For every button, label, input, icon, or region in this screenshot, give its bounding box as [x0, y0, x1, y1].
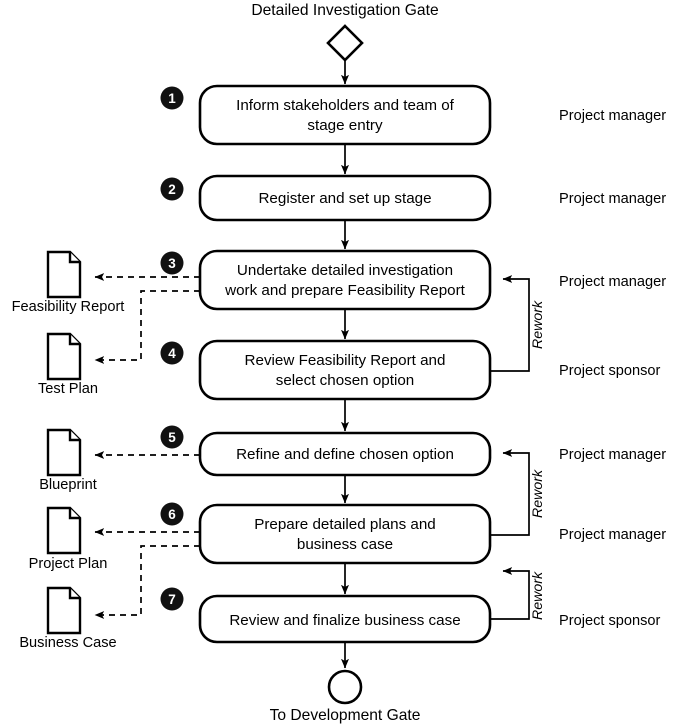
step-6-label-line2: business case — [297, 536, 393, 553]
artifact-label-business-case: Business Case — [19, 635, 116, 651]
flowchart-canvas: Detailed Investigation Gate Inform stake… — [12, 2, 667, 724]
role-step-4: Project sponsor — [559, 363, 661, 379]
step-6-badge-number: 6 — [168, 507, 176, 522]
step-7-label-line1: Review and finalize business case — [229, 612, 460, 629]
step-1-box[interactable] — [198, 84, 492, 146]
step-6-label-line1: Prepare detailed plans and — [254, 516, 436, 533]
end-node-label: To Development Gate — [270, 707, 421, 724]
step-4-box[interactable] — [198, 339, 492, 401]
diagram-title: Detailed Investigation Gate — [251, 2, 438, 19]
step-3-badge-number: 3 — [168, 256, 176, 271]
artifact-label-test-plan: Test Plan — [38, 381, 98, 397]
connector-step6-to-business-case — [94, 545, 200, 619]
role-step-3: Project manager — [559, 274, 666, 290]
rework-loop-step4-to-step3 — [490, 275, 530, 372]
role-step-2: Project manager — [559, 191, 666, 207]
rework-loop-step7-to-step6 — [490, 567, 530, 620]
step-3-label-line2: work and prepare Feasibility Report — [224, 282, 466, 299]
role-step-5: Project manager — [559, 447, 666, 463]
step-4-label-line1: Review Feasibility Report and — [245, 352, 446, 369]
step-6-box[interactable] — [198, 503, 492, 565]
to-development-gate-circle — [327, 669, 363, 705]
artifact-label-feasibility-report: Feasibility Report — [12, 299, 125, 315]
step-3-label-line1: Undertake detailed investigation — [237, 262, 453, 279]
document-fold-business-case — [68, 588, 80, 600]
step-5-label-line1: Refine and define chosen option — [236, 446, 454, 463]
artifact-label-blueprint: Blueprint — [39, 477, 97, 493]
rework-loop-step6-to-step5 — [490, 449, 530, 536]
flowchart-diagram: Detailed Investigation Gate Inform stake… — [0, 0, 680, 727]
step-4-label-line2: select chosen option — [276, 372, 414, 389]
step-4-badge-number: 4 — [168, 346, 176, 361]
step-2-label-line1: Register and set up stage — [258, 190, 431, 207]
document-fold-feasibility-report — [68, 252, 80, 264]
rework-label-1b: Rework — [530, 469, 546, 518]
step-1-badge-number: 1 — [168, 91, 176, 106]
role-step-1: Project manager — [559, 108, 666, 124]
step-5-badge-number: 5 — [168, 430, 176, 445]
step-1-label-line2: stage entry — [307, 117, 383, 134]
role-step-7: Project sponsor — [559, 613, 661, 629]
step-3-box[interactable] — [198, 249, 492, 311]
step-1-label-line1: Inform stakeholders and team of — [236, 97, 455, 114]
rework-label-2: Rework — [530, 571, 546, 620]
rework-label-1: Rework — [530, 300, 546, 349]
detailed-investigation-gate-diamond — [326, 24, 364, 62]
role-step-6: Project manager — [559, 527, 666, 543]
step-7-badge-number: 7 — [168, 592, 176, 607]
document-fold-test-plan — [68, 334, 80, 346]
step-2-badge-number: 2 — [168, 182, 176, 197]
document-fold-blueprint — [68, 430, 80, 442]
document-fold-project-plan — [68, 508, 80, 520]
artifact-label-project-plan: Project Plan — [29, 556, 108, 572]
